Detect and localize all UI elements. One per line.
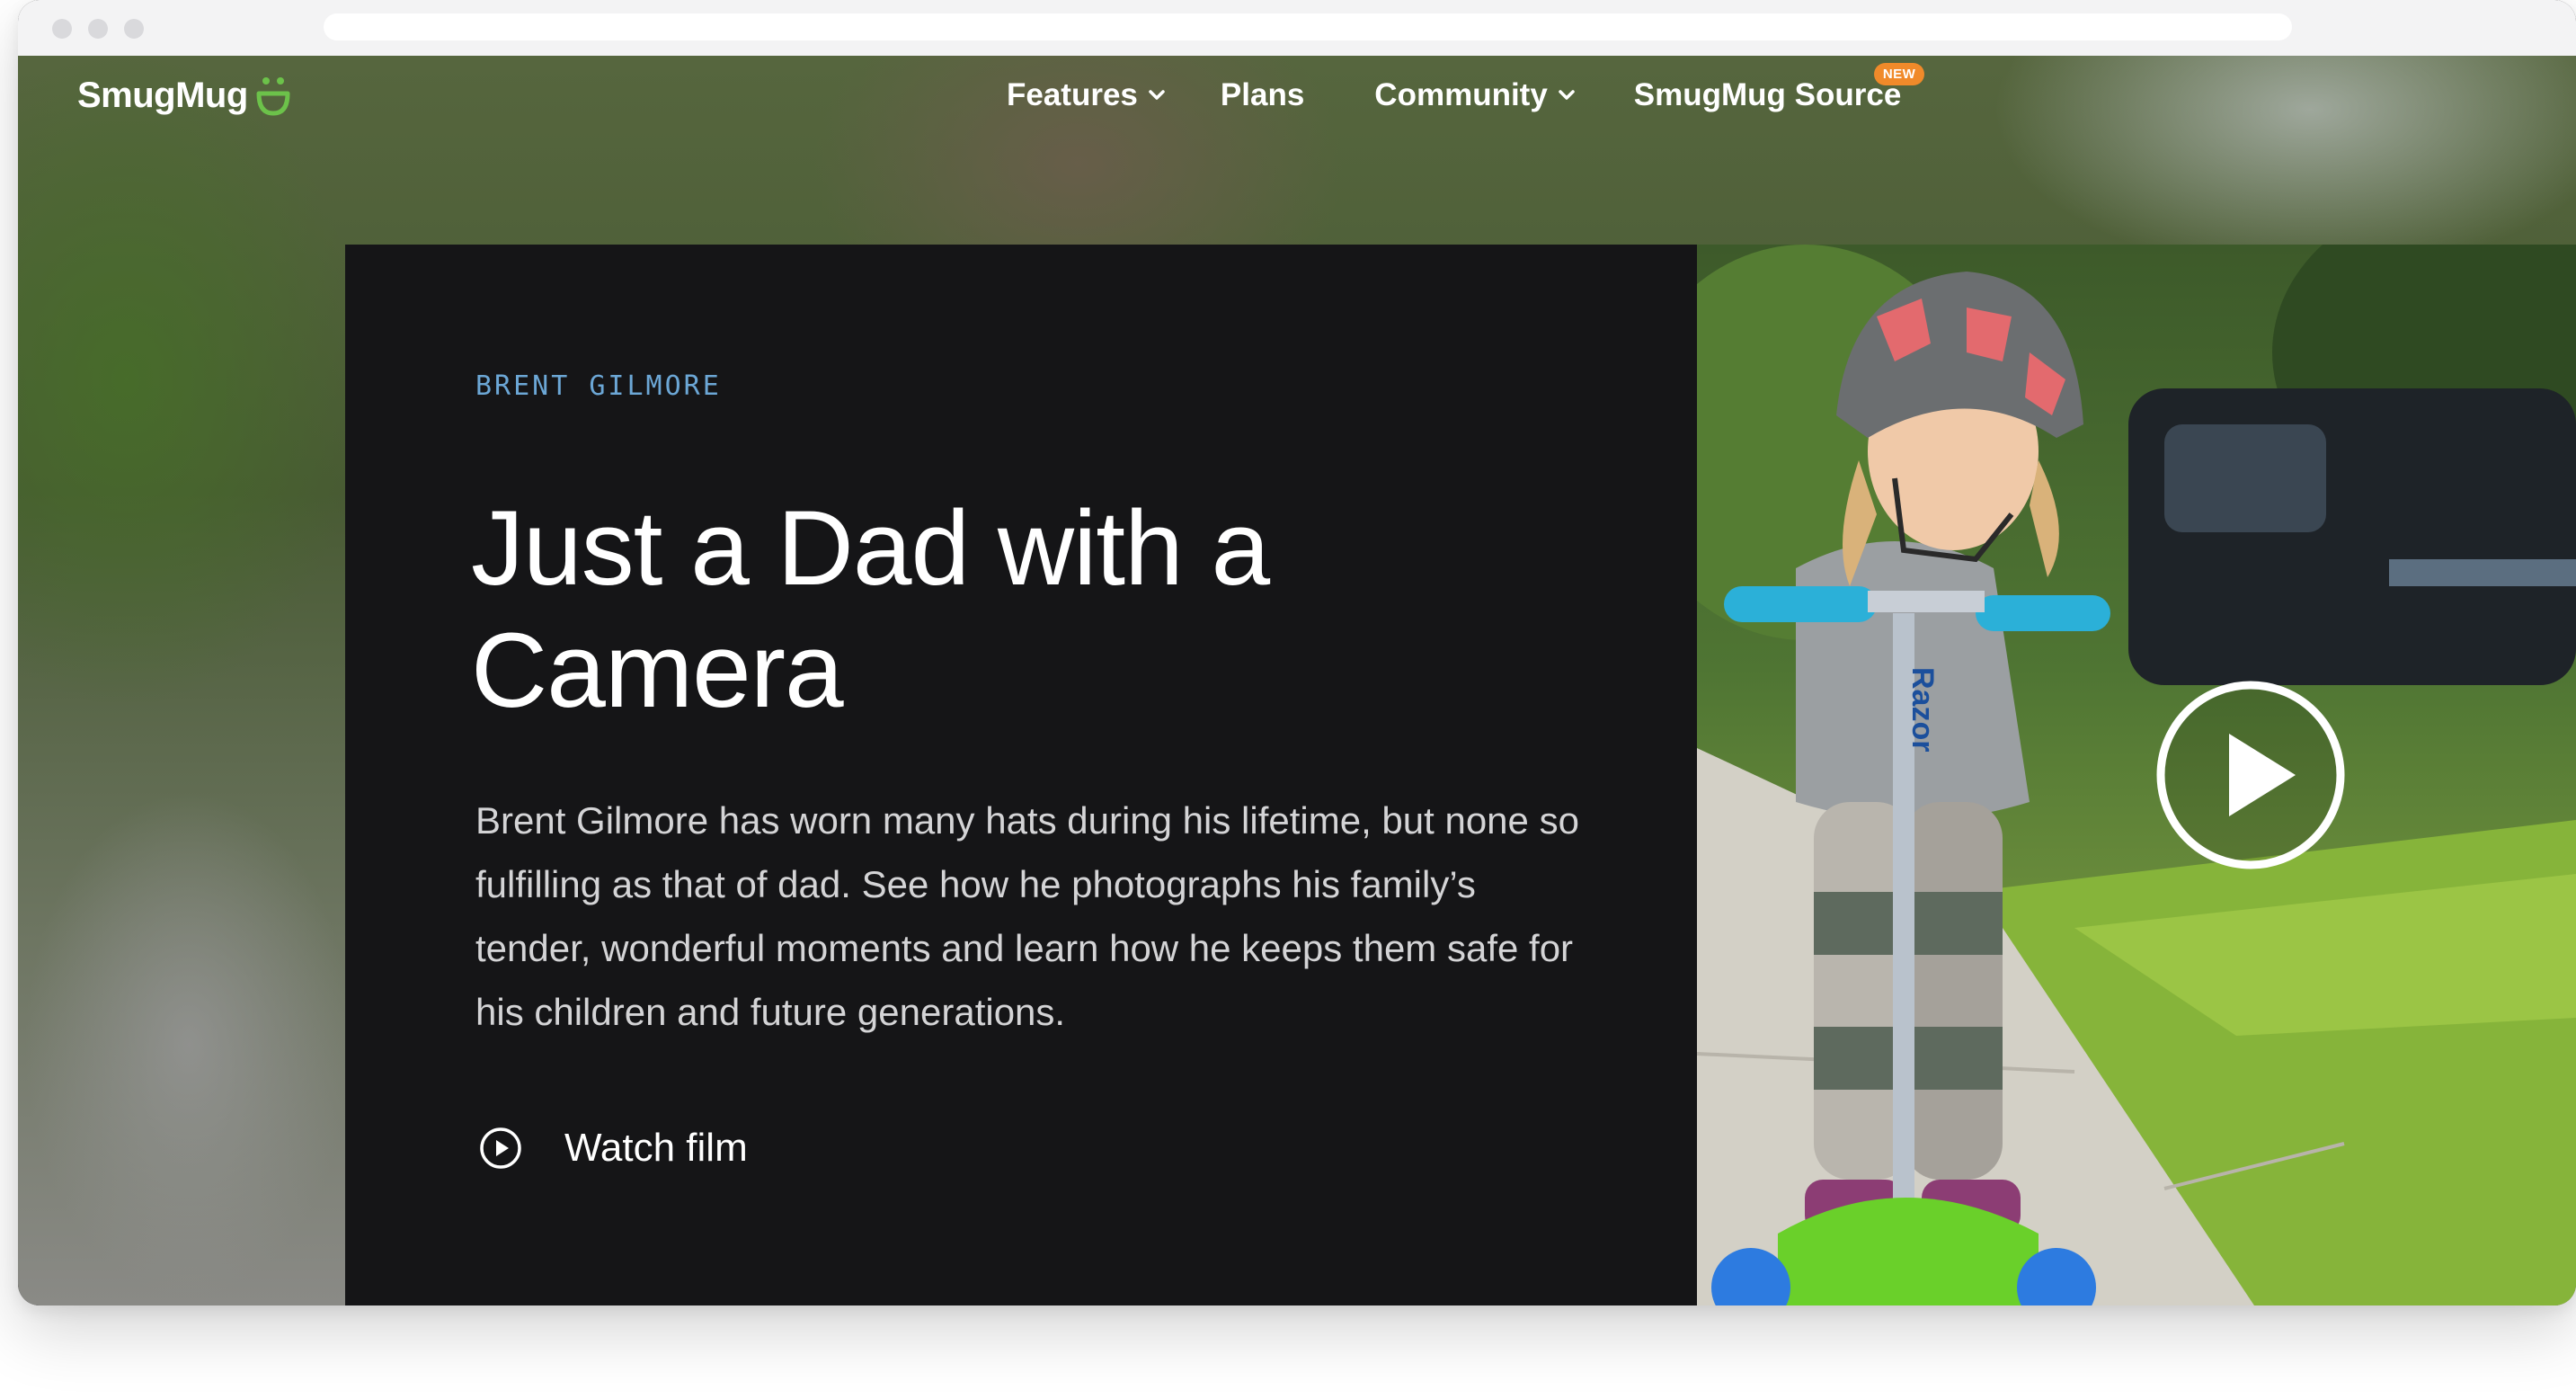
watch-film-label: Watch film: [564, 1126, 748, 1170]
nav-features[interactable]: Features: [1007, 77, 1167, 113]
story-title: Just a Dad with a Camera: [471, 489, 1270, 730]
nav-plans[interactable]: Plans: [1221, 77, 1304, 113]
watch-film-link[interactable]: Watch film: [478, 1126, 748, 1171]
child-on-scooter-photo: Razor: [1697, 245, 2576, 1305]
browser-window: SmugMug Features Plans Community SmugMug…: [18, 0, 2576, 1305]
browser-titlebar: [18, 0, 2576, 57]
nav-plans-label: Plans: [1220, 77, 1305, 112]
scooter-brand-text: Razor: [1905, 667, 1940, 752]
logo-wordmark: SmugMug: [77, 75, 248, 115]
new-badge: NEW: [1873, 63, 1925, 85]
chevron-down-icon: [1559, 90, 1575, 100]
window-maximize-dot[interactable]: [124, 19, 144, 39]
play-circle-icon: [480, 1127, 521, 1169]
address-bar[interactable]: [324, 13, 2292, 40]
nav-source-label: SmugMug Source: [1633, 77, 1902, 112]
smugmug-logo[interactable]: SmugMug: [77, 74, 293, 117]
nav-links: Features Plans Community SmugMug Source …: [1007, 63, 1925, 113]
nav-smugmug-source[interactable]: SmugMug Source NEW: [1633, 63, 1925, 113]
chevron-down-icon: [1149, 90, 1165, 100]
story-description: Brent Gilmore has worn many hats during …: [475, 799, 1579, 1033]
play-circle-icon[interactable]: [2154, 678, 2348, 872]
window-minimize-dot[interactable]: [88, 19, 108, 39]
nav-features-label: Features: [1007, 77, 1138, 112]
story-card: BRENT GILMORE Just a Dad with a Camera B…: [345, 245, 1697, 1305]
nav-community-label: Community: [1374, 77, 1548, 112]
nav-community[interactable]: Community: [1374, 77, 1577, 113]
window-close-dot[interactable]: [52, 19, 72, 39]
smiley-icon: [256, 77, 290, 116]
top-nav: SmugMug Features Plans Community SmugMug…: [18, 56, 2576, 137]
video-thumbnail[interactable]: Razor: [1697, 245, 2576, 1305]
author-name: BRENT GILMORE: [475, 370, 722, 402]
